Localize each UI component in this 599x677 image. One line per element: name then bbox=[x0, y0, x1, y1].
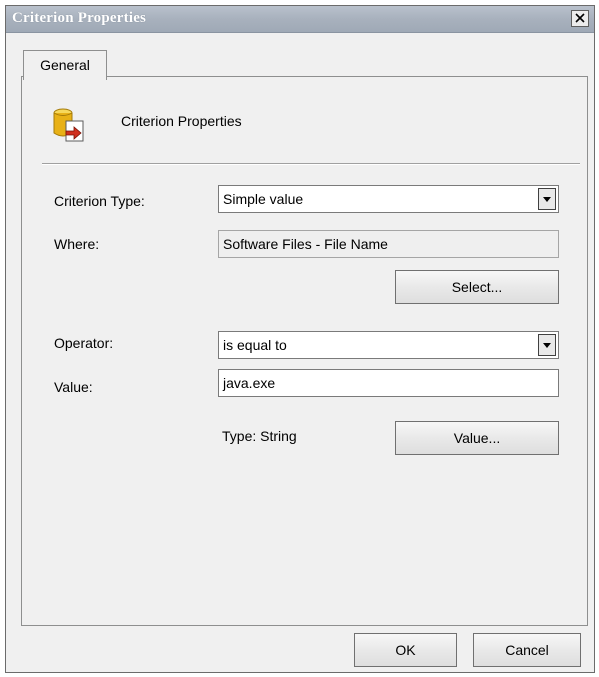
select-button[interactable]: Select... bbox=[395, 270, 559, 304]
tab-general-label: General bbox=[40, 57, 90, 73]
general-tab-panel: Criterion Properties Criterion Type: Sim… bbox=[21, 76, 588, 626]
criterion-properties-dialog: Criterion Properties General Criterion P… bbox=[5, 5, 595, 673]
criterion-type-label: Criterion Type: bbox=[54, 193, 145, 209]
value-button[interactable]: Value... bbox=[395, 421, 559, 455]
operator-select[interactable]: is equal to bbox=[218, 331, 559, 359]
value-label: Value: bbox=[54, 379, 93, 395]
tab-general[interactable]: General bbox=[23, 50, 107, 80]
header-separator bbox=[42, 163, 580, 165]
criterion-properties-icon bbox=[53, 108, 84, 142]
ok-button[interactable]: OK bbox=[354, 633, 457, 667]
window-title: Criterion Properties bbox=[12, 10, 147, 26]
ok-button-label: OK bbox=[395, 642, 416, 658]
close-icon bbox=[575, 13, 585, 23]
value-button-label: Value... bbox=[453, 430, 501, 446]
title-bar[interactable]: Criterion Properties bbox=[6, 6, 594, 33]
type-text: Type: String bbox=[222, 428, 297, 444]
cancel-button-label: Cancel bbox=[505, 642, 549, 658]
value-input[interactable]: java.exe bbox=[218, 369, 559, 397]
chevron-down-icon[interactable] bbox=[538, 334, 556, 356]
operator-value: is equal to bbox=[223, 337, 287, 353]
where-field: Software Files - File Name bbox=[218, 230, 559, 258]
value-input-text: java.exe bbox=[223, 375, 276, 391]
criterion-type-select[interactable]: Simple value bbox=[218, 185, 559, 213]
close-button[interactable] bbox=[571, 10, 589, 27]
cancel-button[interactable]: Cancel bbox=[473, 633, 581, 667]
chevron-down-icon[interactable] bbox=[538, 188, 556, 210]
criterion-type-value: Simple value bbox=[223, 191, 304, 207]
select-button-label: Select... bbox=[451, 279, 503, 295]
operator-label: Operator: bbox=[54, 335, 114, 351]
header-title: Criterion Properties bbox=[121, 113, 242, 129]
where-label: Where: bbox=[54, 236, 100, 252]
where-value: Software Files - File Name bbox=[223, 236, 388, 252]
